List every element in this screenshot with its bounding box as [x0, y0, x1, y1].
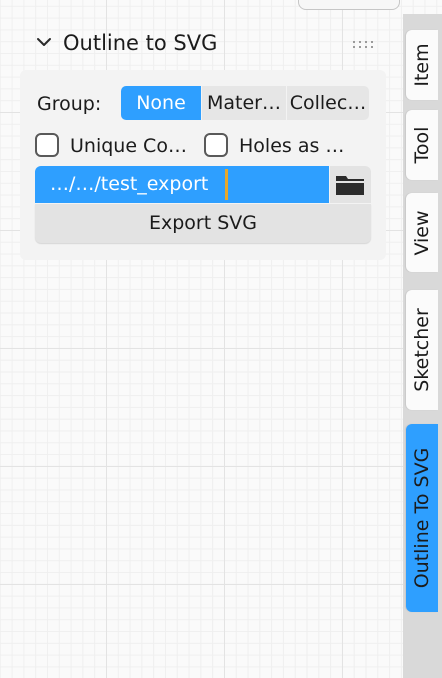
unique-colors-checkbox-box[interactable] — [35, 133, 59, 157]
tab-outline-to-svg[interactable]: Outline To SVG — [406, 424, 438, 612]
export-path-input[interactable]: …/…/test_export — [35, 166, 329, 203]
browse-folder-button[interactable] — [330, 166, 371, 203]
top-toolbar-button[interactable] — [298, 0, 400, 10]
tab-outline-to-svg-label: Outline To SVG — [411, 447, 433, 589]
export-path-value: …/…/test_export — [50, 173, 209, 195]
holes-as-checkbox-box[interactable] — [204, 133, 228, 157]
panel-title: Outline to SVG — [63, 31, 218, 55]
panel-body: Group: None Mater… Collec… Unique Co… Ho… — [20, 70, 386, 260]
folder-icon[interactable] — [335, 173, 365, 197]
unique-colors-checkbox-label: Unique Co… — [70, 135, 187, 157]
tab-tool-label: Tool — [411, 126, 433, 164]
holes-as-checkbox-label: Holes as … — [239, 135, 345, 157]
panel-header[interactable]: Outline to SVG — [22, 26, 382, 64]
group-label: Group: — [37, 93, 102, 115]
tab-view[interactable]: View — [406, 193, 438, 272]
tab-sketcher[interactable]: Sketcher — [406, 290, 438, 410]
tab-item-label: Item — [411, 43, 433, 87]
chevron-down-icon[interactable] — [34, 32, 54, 52]
export-svg-button[interactable]: Export SVG — [35, 204, 371, 243]
group-option-collection[interactable]: Collec… — [287, 86, 369, 120]
holes-as-checkbox[interactable]: Holes as … — [204, 132, 374, 160]
group-option-none[interactable]: None — [121, 86, 201, 120]
tab-item[interactable]: Item — [406, 30, 438, 100]
group-option-material[interactable]: Mater… — [202, 86, 286, 120]
drag-handle-icon[interactable] — [352, 40, 376, 50]
unique-colors-checkbox[interactable]: Unique Co… — [35, 132, 205, 160]
tab-sketcher-label: Sketcher — [411, 308, 433, 392]
tab-view-label: View — [411, 209, 433, 256]
tab-tool[interactable]: Tool — [406, 110, 438, 180]
text-cursor — [225, 169, 228, 200]
